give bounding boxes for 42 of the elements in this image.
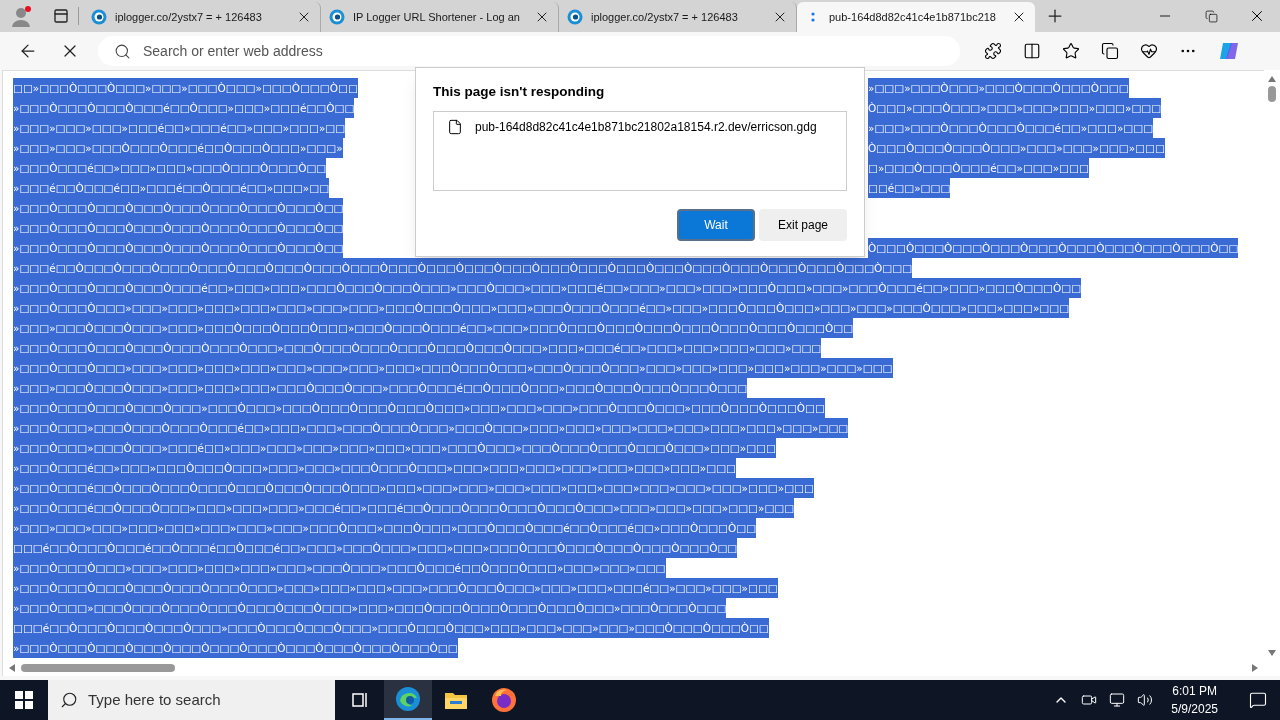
browser-icon [395, 686, 421, 712]
taskbar-search-field[interactable]: Type here to search [48, 680, 335, 720]
tab-title: pub-164d8d82c41c4e1b871bc218 [829, 9, 997, 25]
clock-time: 6:01 PM [1172, 683, 1217, 700]
profile-icon[interactable] [11, 5, 33, 27]
page-url: pub-164d8d82c41c4e1b871bc21802a18154.r2.dev/erricson.gdg [475, 119, 817, 137]
eye-icon [567, 9, 583, 25]
dialog-title: This page isn't responding [433, 83, 606, 101]
tab-title: iplogger.co/2ystx7 = + 126483 [591, 9, 739, 25]
taskbar-app[interactable] [384, 680, 432, 720]
extensions-icon[interactable] [984, 42, 1002, 60]
tab-title: iplogger.co/2ystx7 = + 126483 [115, 9, 263, 25]
split-screen-icon[interactable] [1023, 42, 1041, 60]
notifications-icon[interactable] [1249, 691, 1267, 709]
tab-actions-icon[interactable] [53, 8, 69, 24]
dialog-button[interactable]: Exit page [759, 209, 847, 242]
windows-icon[interactable] [15, 691, 33, 709]
copilot-icon[interactable] [1218, 40, 1240, 62]
browser-tab[interactable]: pub-164d8d82c41c4e1b871bc218 [797, 2, 1035, 32]
scrollbar-thumb[interactable] [1268, 86, 1276, 102]
favorites-icon[interactable] [1062, 42, 1080, 60]
scrollbar-thumb[interactable] [21, 664, 175, 672]
address-field[interactable]: Search or enter web address [98, 36, 960, 66]
dialog-button[interactable]: Wait [677, 209, 755, 242]
folder-icon [444, 690, 468, 710]
search-icon [114, 42, 131, 60]
health-icon[interactable] [1140, 42, 1158, 60]
taskbar-search-input[interactable]: Type here to search [88, 688, 323, 712]
firefox-icon [491, 687, 517, 713]
eye-icon [329, 9, 345, 25]
task-view-icon [350, 690, 370, 710]
tab-title: IP Logger URL Shortener - Log an [353, 9, 521, 25]
file-icon [447, 119, 463, 136]
volume-icon[interactable] [1137, 692, 1154, 708]
collections-icon[interactable] [1101, 42, 1119, 60]
camera-icon[interactable] [1081, 692, 1098, 708]
eye-icon [91, 9, 107, 25]
network-icon[interactable] [1109, 692, 1126, 708]
scroll-down-icon[interactable] [1268, 650, 1276, 656]
clock-date: 5/9/2025 [1171, 701, 1218, 718]
restore-icon[interactable] [1204, 9, 1218, 23]
search-icon [60, 691, 78, 709]
